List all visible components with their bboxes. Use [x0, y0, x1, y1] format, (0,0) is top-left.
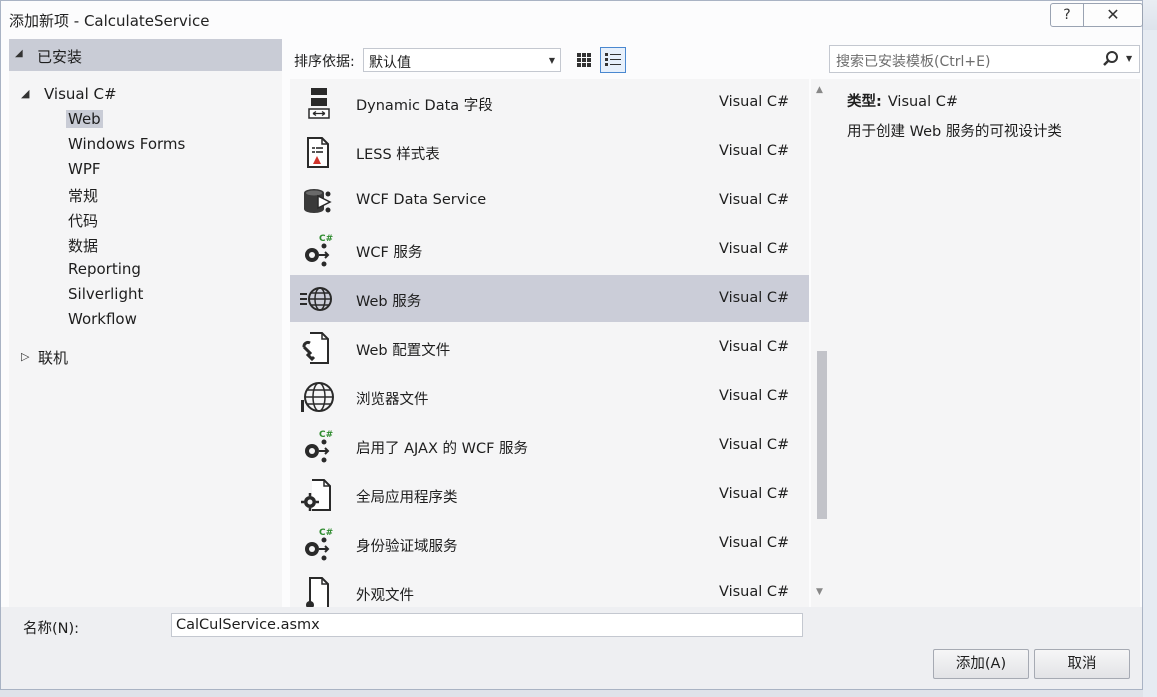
template-name: LESS 样式表 — [356, 147, 440, 163]
svg-text:C#: C# — [319, 234, 333, 244]
chevron-down-icon[interactable]: ▼ — [1126, 54, 1132, 63]
template-type-label: 类型: — [847, 94, 882, 110]
template-name: WCF 服务 — [356, 245, 423, 261]
template-language: Visual C# — [719, 339, 790, 355]
template-type-value: Visual C# — [887, 94, 958, 110]
sort-dropdown-value: 默认值 — [369, 55, 411, 71]
tree-node-data[interactable]: 数据 — [68, 235, 98, 256]
collapsed-arrow-icon[interactable]: ▷ — [21, 350, 29, 363]
search-placeholder: 搜索已安装模板(Ctrl+E) — [836, 54, 991, 70]
web-config-icon — [302, 332, 329, 364]
less-stylesheet-icon — [307, 137, 329, 168]
template-name: 身份验证域服务 — [356, 539, 458, 555]
sort-dropdown[interactable]: 默认值 ▼ — [363, 48, 561, 72]
template-name: 外观文件 — [356, 588, 414, 604]
template-row-dynamic-data[interactable]: Dynamic Data 字段 Visual C# — [290, 79, 809, 126]
ajax-wcf-service-icon: C# — [305, 430, 333, 463]
template-language: Visual C# — [719, 486, 790, 502]
scroll-up-arrow-icon[interactable]: ▲ — [816, 85, 823, 95]
template-name: 全局应用程序类 — [356, 490, 458, 506]
data-service-icon — [304, 189, 332, 213]
svg-text:C#: C# — [319, 430, 333, 440]
template-language: Visual C# — [719, 437, 790, 453]
template-name: 浏览器文件 — [356, 392, 429, 408]
tree-node-code[interactable]: 代码 — [68, 210, 98, 231]
template-name: Web 服务 — [356, 294, 422, 310]
tree-node-installed[interactable]: ◢ 已安装 — [9, 39, 282, 71]
expanded-arrow-icon[interactable]: ◢ — [21, 87, 29, 100]
grid-view-icon — [577, 53, 591, 67]
tree-node-installed-label: 已安装 — [37, 48, 83, 66]
template-language: Visual C# — [719, 192, 790, 208]
template-row-wcf-service[interactable]: C# WCF 服务 Visual C# — [290, 226, 809, 273]
tree-node-workflow[interactable]: Workflow — [68, 310, 137, 328]
tree-node-online[interactable]: 联机 — [38, 347, 68, 368]
search-icon[interactable] — [1102, 50, 1120, 68]
template-name: WCF Data Service — [356, 192, 487, 208]
list-view-button[interactable] — [600, 47, 626, 73]
template-language: Visual C# — [719, 535, 790, 551]
template-name: Dynamic Data 字段 — [356, 98, 493, 114]
template-row-browser-file[interactable]: 浏览器文件 Visual C# — [290, 373, 809, 420]
list-toolbar: 排序依据: 默认值 ▼ — [290, 39, 810, 79]
tree-node-silverlight[interactable]: Silverlight — [68, 285, 143, 303]
close-button[interactable]: ✕ — [1083, 3, 1143, 27]
tree-node-general[interactable]: 常规 — [68, 185, 98, 206]
scrollbar-thumb[interactable] — [817, 351, 827, 519]
name-field[interactable]: CalCulService.asmx — [171, 613, 803, 637]
template-type: 类型: Visual C# — [847, 90, 958, 111]
template-language: Visual C# — [719, 143, 790, 159]
template-list-scrollbar[interactable]: ▲ ▼ — [811, 79, 831, 607]
template-name: 启用了 AJAX 的 WCF 服务 — [356, 441, 529, 457]
title-bar: 添加新项 - CalculateService ? ✕ — [1, 1, 1143, 37]
global-app-class-icon — [301, 479, 331, 511]
skin-file-icon — [306, 577, 329, 607]
template-row-less-stylesheet[interactable]: LESS 样式表 Visual C# — [290, 128, 809, 175]
list-view-icon — [605, 53, 621, 66]
search-installed-templates[interactable]: 搜索已安装模板(Ctrl+E) ▼ — [829, 45, 1140, 73]
wcf-service-icon: C# — [305, 234, 333, 267]
template-language: Visual C# — [719, 290, 790, 306]
grid-view-button[interactable] — [571, 47, 597, 73]
template-list: Dynamic Data 字段 Visual C# LESS 样式表 Visua… — [290, 79, 809, 607]
auth-domain-service-icon: C# — [305, 528, 333, 561]
template-details-pane: 类型: Visual C# 用于创建 Web 服务的可视设计类 — [831, 79, 1140, 607]
tree-node-web[interactable]: Web — [66, 110, 103, 128]
svg-text:C#: C# — [319, 528, 333, 538]
template-row-ajax-wcf-service[interactable]: C# 启用了 AJAX 的 WCF 服务 Visual C# — [290, 422, 809, 469]
category-tree: ◢ 已安装 ◢ Visual C# Web Windows Forms WPF … — [9, 39, 282, 607]
tree-node-visual-csharp[interactable]: Visual C# — [44, 85, 117, 103]
dialog-footer: 名称(N): CalCulService.asmx 添加(A) 取消 — [1, 607, 1142, 689]
cancel-button[interactable]: 取消 — [1034, 649, 1130, 679]
template-language: Visual C# — [719, 94, 790, 110]
tree-node-windows-forms[interactable]: Windows Forms — [68, 135, 185, 153]
sort-label: 排序依据: — [294, 54, 355, 70]
chevron-down-icon: ▼ — [548, 56, 555, 65]
template-row-web-service[interactable]: Web 服务 Visual C# — [290, 275, 809, 322]
template-row-auth-domain-service[interactable]: C# 身份验证域服务 Visual C# — [290, 520, 809, 567]
expanded-arrow-icon: ◢ — [15, 48, 23, 59]
name-label: 名称(N): — [23, 621, 80, 637]
tree-node-wpf[interactable]: WPF — [68, 160, 101, 178]
background-ide-edge — [1143, 30, 1157, 697]
scroll-down-arrow-icon[interactable]: ▼ — [816, 587, 823, 597]
template-language: Visual C# — [719, 584, 790, 600]
template-row-skin-file[interactable]: 外观文件 Visual C# — [290, 569, 809, 607]
template-name: Web 配置文件 — [356, 343, 451, 359]
template-row-wcf-data-service[interactable]: WCF Data Service Visual C# — [290, 177, 809, 224]
add-button[interactable]: 添加(A) — [933, 649, 1029, 679]
browser-file-icon — [301, 382, 334, 412]
template-description: 用于创建 Web 服务的可视设计类 — [847, 124, 1062, 140]
help-button[interactable]: ? — [1050, 3, 1084, 27]
add-new-item-dialog: 添加新项 - CalculateService ? ✕ ◢ 已安装 ◢ Visu… — [0, 0, 1143, 690]
tree-node-reporting[interactable]: Reporting — [68, 260, 141, 278]
template-row-web-config[interactable]: Web 配置文件 Visual C# — [290, 324, 809, 371]
template-language: Visual C# — [719, 388, 790, 404]
template-row-global-app-class[interactable]: 全局应用程序类 Visual C# — [290, 471, 809, 518]
name-field-value: CalCulService.asmx — [176, 617, 320, 633]
web-service-icon — [300, 287, 332, 311]
window-title: 添加新项 - CalculateService — [9, 12, 210, 30]
dynamic-data-icon — [308, 88, 330, 119]
template-language: Visual C# — [719, 241, 790, 257]
